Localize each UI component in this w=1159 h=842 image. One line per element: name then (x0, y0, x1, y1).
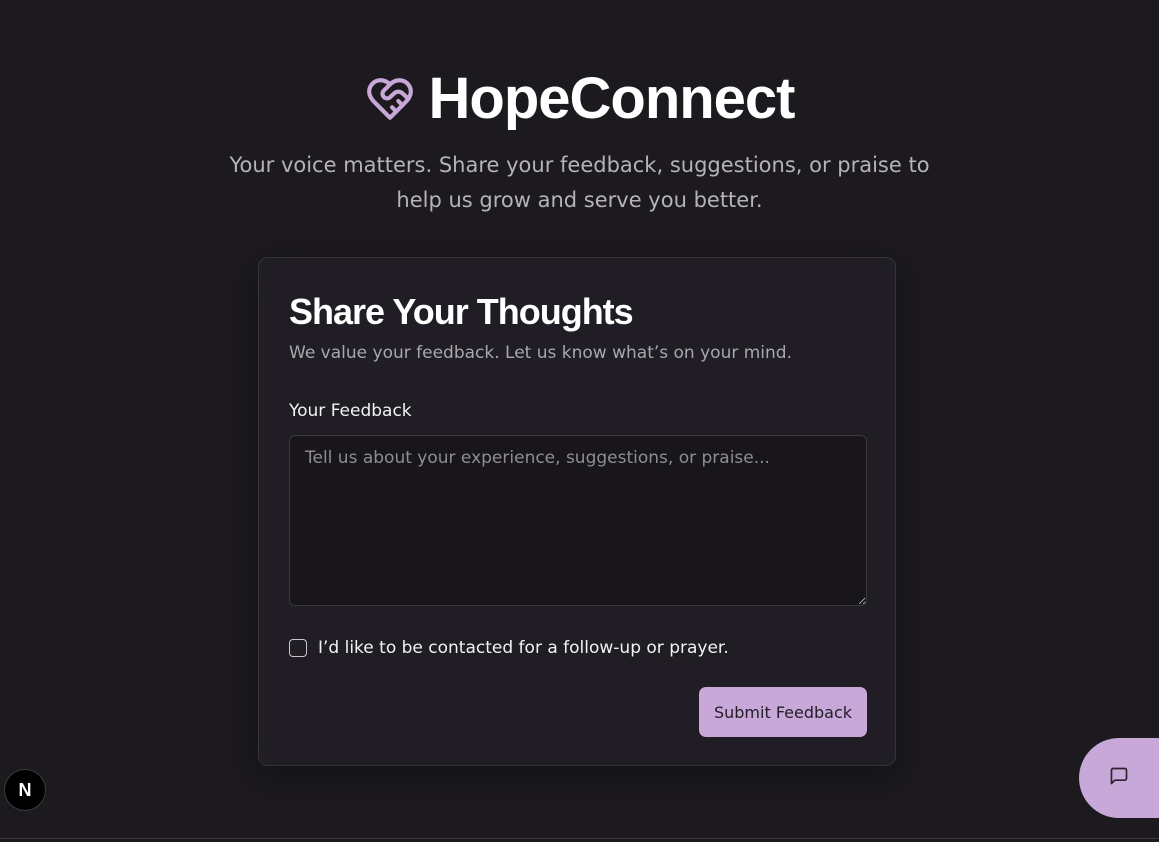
app-header: HopeConnect (0, 64, 1159, 134)
heart-handshake-icon (365, 74, 415, 124)
feedback-textarea[interactable] (289, 435, 867, 606)
card-title: Share Your Thoughts (289, 291, 634, 332)
card-subtitle: We value your feedback. Let us know what… (289, 343, 792, 363)
feedback-label: Your Feedback (289, 401, 412, 421)
submit-feedback-button[interactable]: Submit Feedback (699, 687, 867, 737)
chat-button[interactable] (1079, 738, 1159, 818)
followup-checkbox[interactable] (289, 639, 307, 657)
framework-badge-label: N (18, 779, 32, 800)
chat-bubble-icon (1109, 766, 1129, 790)
app-title: HopeConnect (428, 66, 796, 131)
followup-label[interactable]: I’d like to be contacted for a follow-up… (318, 637, 729, 659)
followup-row[interactable]: I’d like to be contacted for a follow-up… (289, 637, 729, 659)
bottom-divider (0, 838, 1159, 839)
page: HopeConnect Your voice matters. Share yo… (0, 0, 1159, 842)
tagline: Your voice matters. Share your feedback,… (229, 153, 930, 212)
framework-badge[interactable]: N (4, 769, 46, 811)
